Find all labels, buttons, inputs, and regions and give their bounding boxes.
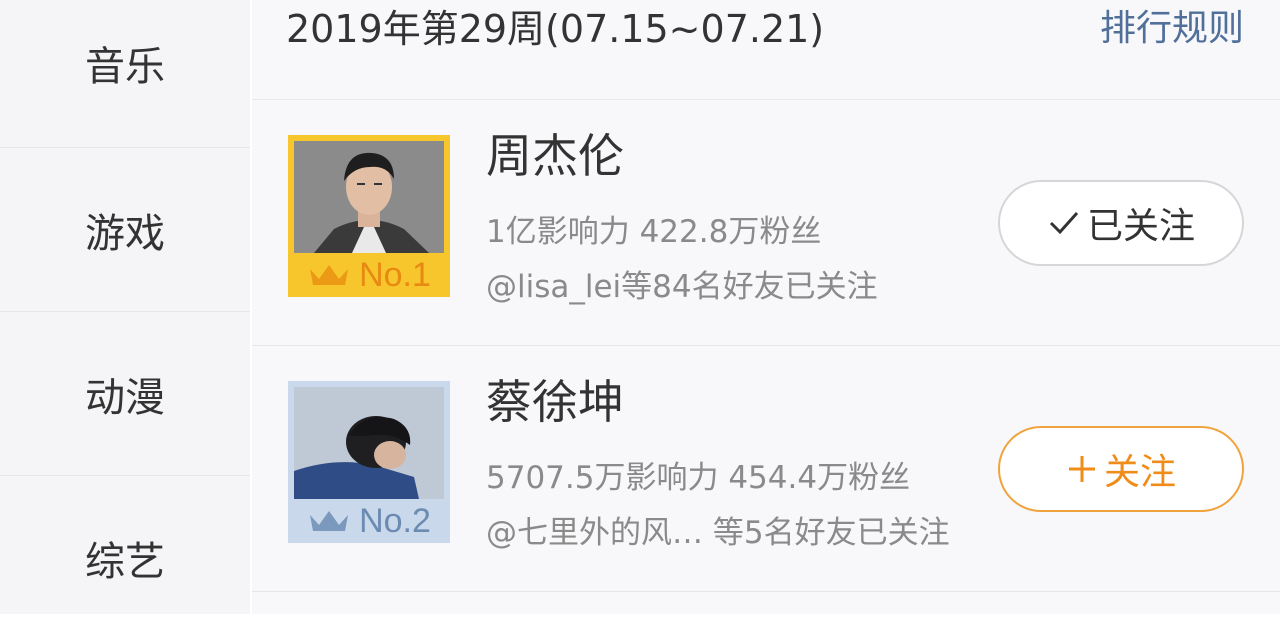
plus-icon xyxy=(1068,456,1095,482)
week-title: 2019年第29周(07.15~07.21) xyxy=(286,7,825,51)
artist-stats: 5707.5万影响力 454.4万粉丝 xyxy=(486,460,911,496)
sidebar-item-label: 游戏 xyxy=(85,210,165,257)
sidebar-item-label: 动漫 xyxy=(85,374,165,421)
ranking-row[interactable]: No.1 周杰伦 1亿影响力 422.8万粉丝 @lisa_lei等84名好友已… xyxy=(252,100,1280,346)
sidebar-item-label: 综艺 xyxy=(85,539,165,585)
avatar-photo xyxy=(294,387,444,499)
sidebar-item-anime[interactable]: 动漫 xyxy=(0,312,250,476)
following-button[interactable]: 已关注 xyxy=(998,180,1244,266)
ranking-row[interactable]: No.2 蔡徐坤 5707.5万影响力 454.4万粉丝 @七里外的风… 等5名… xyxy=(252,346,1280,592)
avatar-photo xyxy=(294,141,444,253)
rank-badge: No.1 xyxy=(288,253,450,297)
ranking-rules-link[interactable]: 排行规则 xyxy=(1100,4,1244,54)
rank-label: No.1 xyxy=(359,255,431,294)
rank-label: No.2 xyxy=(359,501,431,540)
follow-button[interactable]: 关注 xyxy=(998,426,1244,512)
avatar[interactable]: No.1 xyxy=(288,135,450,297)
artist-name[interactable]: 蔡徐坤 xyxy=(486,372,624,432)
category-sidebar: 音乐 游戏 动漫 综艺 xyxy=(0,0,250,614)
rank-badge: No.2 xyxy=(288,499,450,543)
portrait-image xyxy=(294,387,444,499)
artist-name[interactable]: 周杰伦 xyxy=(486,126,624,186)
follow-button-label: 已关注 xyxy=(1086,206,1195,247)
follow-button-label: 关注 xyxy=(1103,452,1176,493)
sidebar-item-games[interactable]: 游戏 xyxy=(0,148,250,312)
avatar[interactable]: No.2 xyxy=(288,381,450,543)
ranking-panel: 2019年第29周(07.15~07.21) 排行规则 No.1 周杰伦 1亿影… xyxy=(252,0,1280,614)
sidebar-item-music[interactable]: 音乐 xyxy=(0,0,250,148)
artist-stats: 1亿影响力 422.8万粉丝 xyxy=(486,214,822,250)
friends-following[interactable]: @lisa_lei等84名好友已关注 xyxy=(486,265,878,309)
sidebar-item-variety[interactable]: 综艺 xyxy=(0,476,250,640)
ranking-header: 2019年第29周(07.15~07.21) 排行规则 xyxy=(252,0,1280,100)
page: 音乐 游戏 动漫 综艺 2019年第29周(07.15~07.21) 排行规则 xyxy=(0,0,1280,614)
check-icon xyxy=(1049,211,1079,235)
crown-icon xyxy=(310,265,349,285)
sidebar-item-label: 音乐 xyxy=(85,43,165,90)
friends-following[interactable]: @七里外的风… 等5名好友已关注 xyxy=(486,511,950,555)
portrait-image xyxy=(294,141,444,253)
crown-icon xyxy=(310,511,349,531)
